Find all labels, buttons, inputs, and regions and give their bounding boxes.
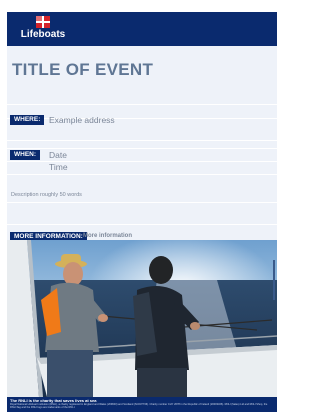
- footer-legal-text: Royal National Lifeboat Institution (RNL…: [10, 403, 268, 409]
- when-label: WHEN:: [10, 150, 41, 160]
- event-time: Time: [49, 162, 68, 172]
- divider: [7, 224, 277, 225]
- divider: [7, 118, 277, 119]
- footer: The RNLI is the charity that saves lives…: [7, 397, 277, 412]
- brand-name: Lifeboats: [20, 29, 66, 40]
- divider: [7, 104, 277, 105]
- event-date: Date: [49, 150, 67, 160]
- event-title: TITLE OF EVENT: [12, 60, 154, 79]
- divider: [7, 202, 277, 203]
- more-info-value: More information: [83, 233, 132, 239]
- event-description: Description roughly 50 words: [11, 192, 82, 198]
- fishing-photo: [7, 240, 277, 397]
- event-poster: Lifeboats TITLE OF EVENT WHERE: Example …: [7, 12, 277, 412]
- where-value: Example address: [49, 115, 115, 125]
- header-band: Lifeboats: [7, 12, 277, 46]
- divider: [7, 161, 277, 162]
- divider: [7, 148, 277, 149]
- rnli-flag-icon: [36, 16, 50, 28]
- divider: [7, 174, 277, 175]
- divider: [7, 140, 277, 141]
- where-label: WHERE:: [10, 115, 45, 125]
- rnli-logo: Lifeboats: [13, 16, 73, 44]
